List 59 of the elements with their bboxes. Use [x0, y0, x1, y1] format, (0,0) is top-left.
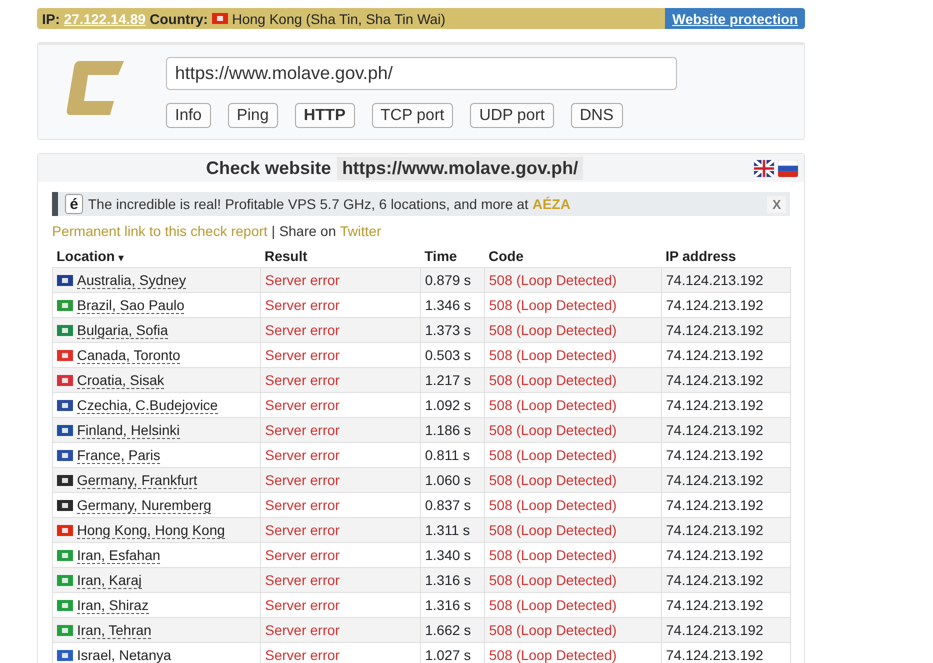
share-label: Share on	[279, 223, 336, 241]
country-text: Hong Kong (Sha Tin, Sha Tin Wai)	[232, 10, 446, 26]
url-input-field[interactable]: https://www.molave.gov.ph/	[166, 57, 677, 90]
result-cell: Server error	[260, 618, 420, 642]
logo-icon	[66, 61, 124, 115]
check-type-button[interactable]: Ping	[228, 103, 278, 128]
english-flag-icon[interactable]	[754, 160, 774, 177]
result-cell: Server error	[260, 468, 420, 492]
checked-url: https://www.molave.gov.ph/	[337, 156, 584, 180]
russian-flag-icon[interactable]	[778, 160, 798, 177]
check-type-button[interactable]: TCP port	[372, 103, 454, 128]
result-cell: Server error	[260, 318, 420, 342]
code-cell: 508 (Loop Detected)	[484, 568, 662, 592]
code-cell: 508 (Loop Detected)	[484, 618, 662, 642]
code-cell: 508 (Loop Detected)	[484, 418, 662, 442]
column-header: IP address	[666, 248, 736, 264]
code-cell: 508 (Loop Detected)	[484, 318, 662, 342]
time-cell: 0.879 s	[420, 268, 484, 292]
column-header: Code	[488, 248, 524, 264]
time-cell: 1.373 s	[420, 318, 484, 342]
column-header: Time	[424, 248, 457, 264]
separator: |	[272, 223, 276, 241]
ad-logo: é	[65, 194, 83, 214]
ip-label: IP:	[42, 10, 60, 26]
check-type-button[interactable]: UDP port	[470, 103, 554, 128]
column-header[interactable]: Location	[56, 248, 115, 264]
ip-cell: 74.124.213.192	[662, 368, 790, 392]
time-cell: 1.316 s	[420, 568, 484, 592]
ip-cell: 74.124.213.192	[662, 268, 790, 292]
website-protection-button[interactable]: Website protection	[665, 8, 805, 29]
time-cell: 1.662 s	[420, 618, 484, 642]
close-button[interactable]: X	[767, 196, 786, 212]
check-type-button[interactable]: DNS	[570, 103, 623, 128]
code-cell: 508 (Loop Detected)	[484, 268, 662, 292]
result-cell: Server error	[260, 518, 420, 542]
panel-title: Check website	[206, 158, 332, 178]
result-cell: Server error	[260, 268, 420, 292]
result-cell: Server error	[260, 418, 420, 442]
ip-cell: 74.124.213.192	[662, 518, 790, 542]
result-cell: Server error	[260, 368, 420, 392]
ad-text[interactable]: The incredible is real! Profitable VPS 5.7 GHz, 6 locations, and more at AÉZA	[88, 196, 570, 212]
sort-caret-icon[interactable]: ▾	[118, 253, 124, 264]
ip-cell: 74.124.213.192	[662, 318, 790, 342]
ip-cell: 74.124.213.192	[662, 418, 790, 442]
result-cell: Server error	[260, 568, 420, 592]
code-cell: 508 (Loop Detected)	[484, 368, 662, 392]
ip-cell: 74.124.213.192	[662, 618, 790, 642]
time-cell: 1.311 s	[420, 518, 484, 542]
time-cell: 1.217 s	[420, 368, 484, 392]
ip-cell: 74.124.213.192	[662, 568, 790, 592]
time-cell: 1.060 s	[420, 468, 484, 492]
check-type-button[interactable]: Info	[166, 103, 211, 128]
column-header: Result	[264, 248, 308, 264]
code-cell: 508 (Loop Detected)	[484, 468, 662, 492]
check-type-button[interactable]: HTTP	[294, 103, 354, 128]
time-cell: 1.186 s	[420, 418, 484, 442]
code-cell: 508 (Loop Detected)	[484, 518, 662, 542]
country-label: Country:	[150, 10, 208, 26]
ip-cell: 74.124.213.192	[662, 468, 790, 492]
